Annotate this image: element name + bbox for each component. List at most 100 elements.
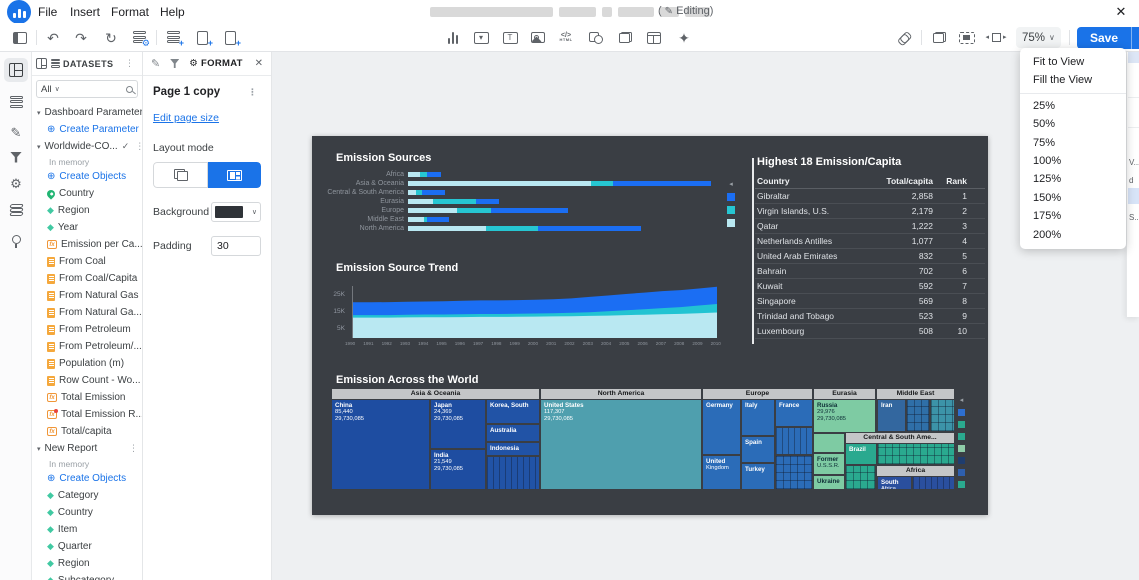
tree-item[interactable]: From Petroleum [32, 321, 142, 338]
tree-item[interactable]: ◆Region [32, 202, 142, 219]
tree-item[interactable]: ◆Category [32, 487, 142, 504]
menu-help[interactable]: Help [160, 5, 185, 19]
treemap-cell[interactable]: Japan24,36929,730,085 [431, 400, 485, 448]
insert-shape-button[interactable] [584, 26, 608, 49]
treemap-cell[interactable]: Turkey [742, 464, 774, 489]
toggle-sidebar-button[interactable] [8, 26, 32, 49]
dashboard-canvas[interactable]: Emission Sources AfricaAsia & OceaniaCen… [312, 136, 988, 515]
treemap-cell[interactable] [931, 400, 954, 431]
treemap-cell[interactable]: France [776, 400, 812, 426]
treemap-cell[interactable]: Ukraine [814, 476, 844, 489]
insert-chart-button[interactable] [441, 26, 465, 49]
close-panel-icon[interactable]: ✕ [255, 58, 263, 69]
zoom-menu-item[interactable]: 175% [1020, 207, 1126, 225]
menu-insert[interactable]: Insert [70, 5, 100, 19]
tree-item[interactable]: ▾Worldwide-CO...✓⋮ [32, 138, 142, 155]
caret-down-icon[interactable]: ▾ [37, 143, 41, 151]
insert-html-button[interactable]: </>HTML [554, 26, 578, 49]
treemap-cell[interactable]: UnitedKingdom [703, 456, 740, 489]
resize-canvas-button[interactable] [984, 26, 1008, 49]
redo-button[interactable]: ↷ [69, 26, 93, 49]
zoom-menu-item[interactable]: Fit to View [1020, 53, 1126, 71]
treemap-cell[interactable]: SouthAfrica [878, 477, 911, 489]
bar-chart-legend-collapsed[interactable]: ◂ [727, 181, 735, 227]
treemap-cell[interactable]: Brazil [846, 444, 876, 464]
tree-item[interactable]: ⊕Create Objects [32, 470, 142, 487]
rail-layers-button[interactable] [4, 198, 28, 222]
insert-text-button[interactable]: T [498, 26, 522, 49]
layout-grid-button[interactable] [208, 162, 261, 188]
treemap-cell[interactable]: United States117,30729,730,085 [541, 400, 701, 489]
treemap-cell[interactable]: FormerU.S.S.R. [814, 454, 844, 474]
treemap-cell[interactable] [814, 434, 844, 452]
table-edge-scrollbar[interactable] [752, 158, 754, 344]
tab-filter-icon[interactable] [170, 59, 179, 68]
zoom-menu-item[interactable]: Fill the View [1020, 71, 1126, 89]
edit-page-size-link[interactable]: Edit page size [153, 112, 219, 124]
add-report-button[interactable]: + [190, 26, 214, 49]
tree-item[interactable]: ◆Year [32, 219, 142, 236]
share-link-button[interactable] [892, 26, 916, 49]
tree-item[interactable]: ◆Item [32, 521, 142, 538]
tree-item[interactable]: From Coal [32, 253, 142, 270]
kebab-menu-icon[interactable]: ⋮ [135, 141, 142, 152]
rail-data-button[interactable] [4, 90, 28, 114]
panel-view-icon[interactable] [36, 58, 47, 69]
save-options-button[interactable]: ▾ [1131, 27, 1139, 49]
caret-down-icon[interactable]: ▾ [37, 445, 41, 453]
add-page-button[interactable]: + [218, 26, 242, 49]
close-icon[interactable]: ✕ [1112, 3, 1130, 21]
zoom-menu-item[interactable]: 100% [1020, 152, 1126, 170]
ai-assist-button[interactable]: ✦ [672, 26, 696, 49]
app-logo-icon[interactable] [7, 0, 31, 24]
treemap-cell[interactable]: Spain [742, 437, 774, 462]
treemap-cell[interactable] [907, 400, 929, 431]
kebab-menu-icon[interactable]: ⋮ [129, 443, 142, 454]
rail-filter-button[interactable] [4, 145, 28, 169]
treemap-cell[interactable]: Indonesia [487, 443, 539, 455]
add-dataset-button[interactable]: + [161, 26, 185, 49]
treemap-cell[interactable] [846, 466, 875, 489]
tab-edit-icon[interactable]: ✎ [151, 57, 160, 70]
tree-item[interactable]: Country [32, 185, 142, 202]
zoom-menu-item[interactable]: 200% [1020, 226, 1126, 244]
tree-item[interactable]: fxTotal Emission R... [32, 406, 142, 423]
insert-image-button[interactable] [526, 26, 550, 49]
treemap-cell[interactable]: Germany [703, 400, 740, 454]
tree-item[interactable]: ◆Region [32, 555, 142, 572]
tree-item[interactable]: Row Count - Wo... [32, 372, 142, 389]
tree-item[interactable]: fxEmission per Ca... [32, 236, 142, 253]
tree-item[interactable]: From Coal/Capita [32, 270, 142, 287]
treemap-cell[interactable] [878, 444, 954, 464]
treemap-cell[interactable]: Russia29,97629,730,085 [814, 400, 875, 432]
tree-item[interactable]: ▾Dashboard Parameters [32, 104, 142, 121]
tree-item[interactable]: From Natural Ga... [32, 304, 142, 321]
tree-item[interactable]: ⊕Create Parameter [32, 121, 142, 138]
zoom-menu-item[interactable]: 50% [1020, 115, 1126, 133]
rail-tips-button[interactable] [4, 227, 28, 251]
insert-table-button[interactable] [642, 26, 666, 49]
tree-item[interactable]: ◆Subcategory [32, 572, 142, 580]
tree-item[interactable]: In memory [32, 155, 142, 168]
duplicate-widget-button[interactable] [613, 26, 637, 49]
datasets-filter-bar[interactable]: All ∨ [36, 80, 138, 98]
dataset-settings-button[interactable]: ⚙ [127, 26, 151, 49]
tree-item[interactable]: Population (m) [32, 355, 142, 372]
caret-down-icon[interactable]: ▾ [37, 109, 41, 117]
tree-item[interactable]: fxTotal Emission [32, 389, 142, 406]
menu-format[interactable]: Format [111, 5, 149, 19]
tree-item[interactable]: From Petroleum/... [32, 338, 142, 355]
tree-item[interactable]: ◆Quarter [32, 538, 142, 555]
snapshot-button[interactable] [955, 26, 979, 49]
zoom-menu-item[interactable]: 25% [1020, 97, 1126, 115]
zoom-menu-item[interactable]: 125% [1020, 170, 1126, 188]
rail-widgets-button[interactable] [4, 58, 28, 82]
datasets-menu-icon[interactable]: ⋮ [125, 58, 138, 69]
rail-edit-button[interactable]: ✎ [4, 120, 28, 144]
treemap-cell[interactable] [487, 457, 539, 489]
treemap-cell[interactable]: Korea, South [487, 400, 539, 423]
treemap-legend-collapsed[interactable]: ◂ [958, 397, 965, 488]
insert-control-button[interactable]: ▾ [469, 26, 493, 49]
treemap-cell[interactable]: India21,54929,730,085 [431, 450, 485, 489]
tree-item[interactable]: ⊕Create Objects [32, 168, 142, 185]
